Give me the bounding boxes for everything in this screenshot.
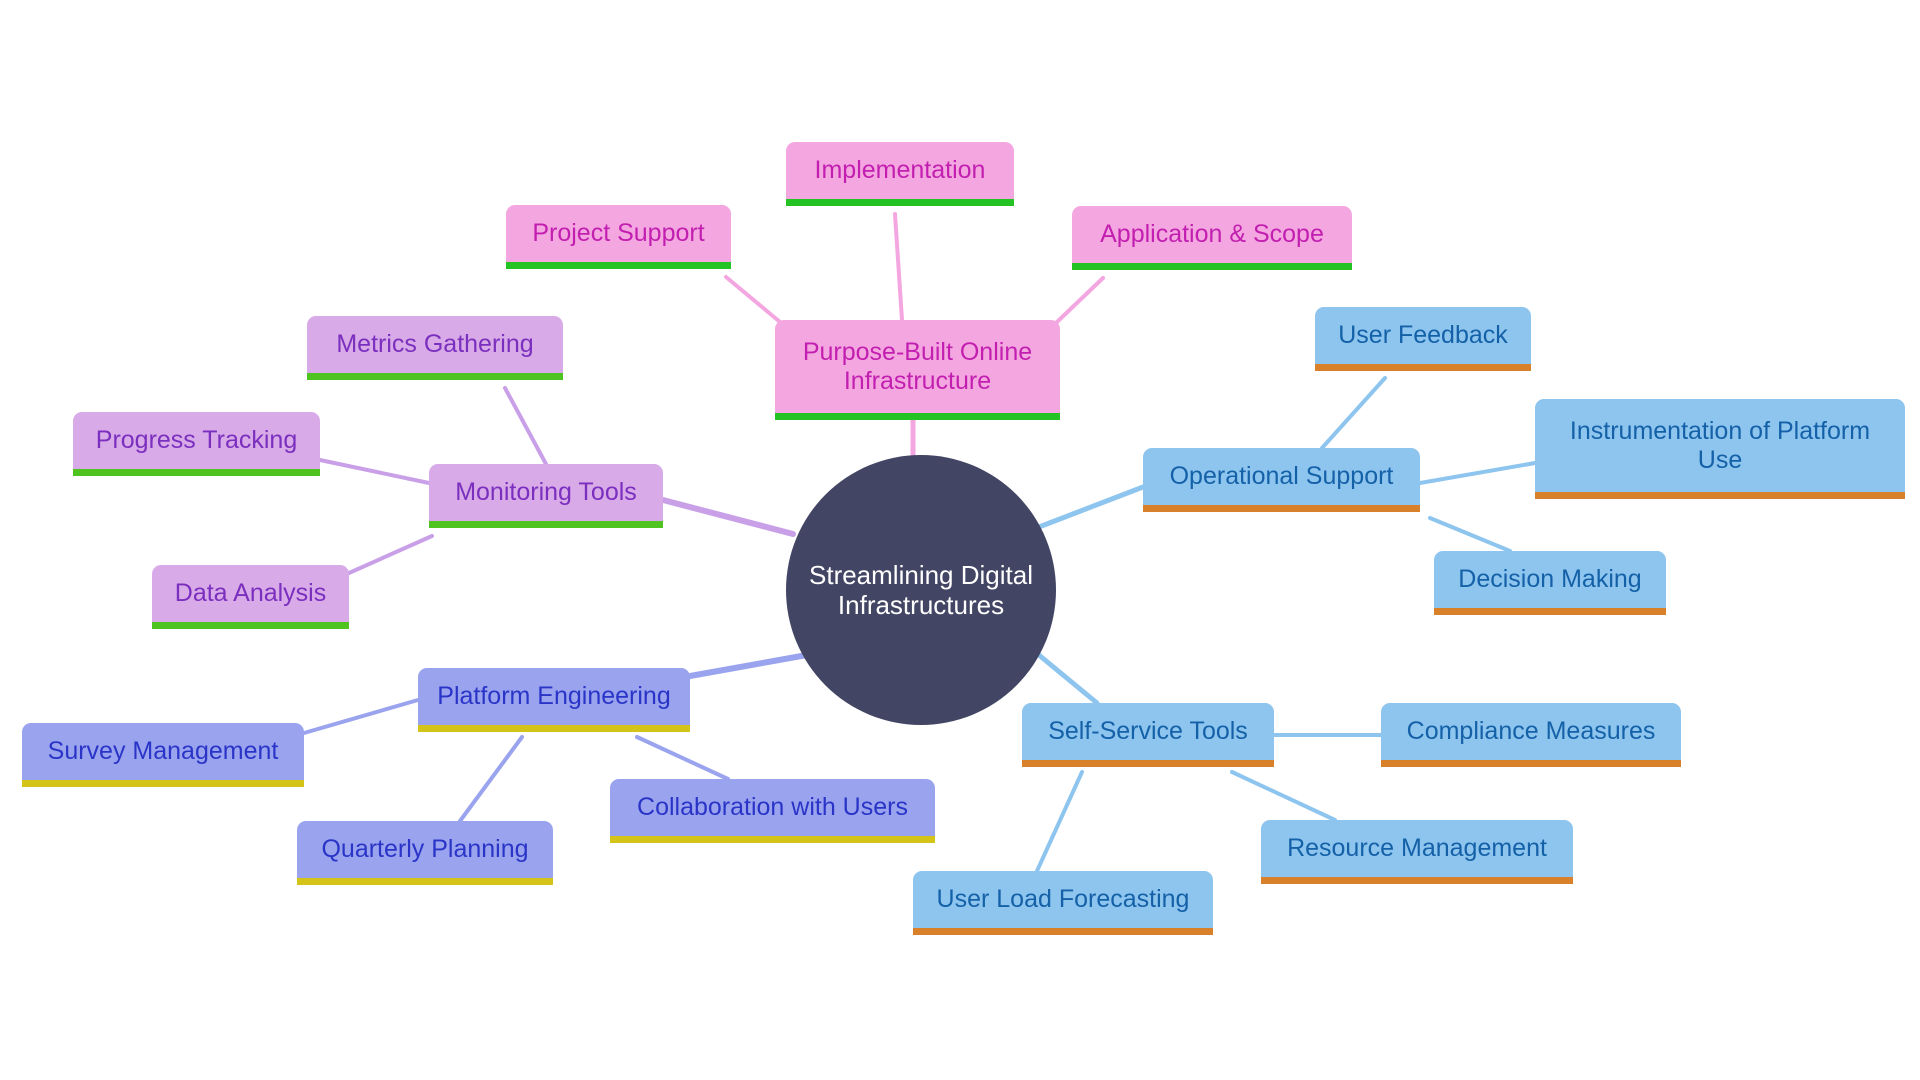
edge-self-service-tools-to-user-load-forecasting — [1035, 770, 1084, 873]
node-label-project-support: Project Support — [532, 219, 705, 247]
edge-platform-engineering-to-collaboration-with-users — [635, 735, 730, 781]
edge-platform-engineering-to-survey-management — [302, 698, 420, 735]
root-node-label: Streamlining Digital Infrastructures — [809, 559, 1033, 620]
node-application-and-scope[interactable]: Application & Scope — [1072, 206, 1352, 270]
node-self-service-tools[interactable]: Self-Service Tools — [1022, 703, 1274, 767]
node-label-user-feedback: User Feedback — [1338, 321, 1508, 349]
node-label-compliance-measures: Compliance Measures — [1406, 717, 1656, 745]
edge-purpose-built-online-infrastructure-to-project-support — [724, 275, 782, 324]
node-label-monitoring-tools: Monitoring Tools — [455, 478, 637, 506]
edge-root-to-platform-engineering — [687, 652, 810, 679]
node-decision-making[interactable]: Decision Making — [1434, 551, 1666, 615]
node-quarterly-planning[interactable]: Quarterly Planning — [297, 821, 553, 885]
node-data-analysis[interactable]: Data Analysis — [152, 565, 349, 629]
node-monitoring-tools[interactable]: Monitoring Tools — [429, 464, 663, 528]
node-compliance-measures[interactable]: Compliance Measures — [1381, 703, 1681, 767]
edge-purpose-built-online-infrastructure-to-application-and-scope — [1055, 276, 1105, 324]
edge-operational-support-to-decision-making — [1428, 516, 1512, 553]
edge-monitoring-tools-to-progress-tracking — [318, 458, 431, 485]
node-label-quarterly-planning: Quarterly Planning — [321, 835, 529, 863]
node-label-instrumentation-of-platform-use: Instrumentation of Platform Use — [1569, 416, 1871, 474]
node-survey-management[interactable]: Survey Management — [22, 723, 304, 787]
node-label-progress-tracking: Progress Tracking — [95, 426, 298, 454]
edge-platform-engineering-to-quarterly-planning — [458, 735, 524, 823]
node-instrumentation-of-platform-use[interactable]: Instrumentation of Platform Use — [1535, 399, 1905, 499]
node-label-user-load-forecasting: User Load Forecasting — [936, 885, 1190, 913]
node-platform-engineering[interactable]: Platform Engineering — [418, 668, 690, 732]
node-resource-management[interactable]: Resource Management — [1261, 820, 1573, 884]
mindmap-canvas: Streamlining Digital Infrastructures Impl… — [0, 0, 1920, 1080]
edge-root-to-monitoring-tools — [660, 497, 796, 537]
node-label-data-analysis: Data Analysis — [174, 579, 327, 607]
node-project-support[interactable]: Project Support — [506, 205, 731, 269]
node-label-survey-management: Survey Management — [47, 737, 279, 765]
node-label-application-and-scope: Application & Scope — [1100, 220, 1324, 248]
node-label-resource-management: Resource Management — [1287, 834, 1547, 862]
node-collaboration-with-users[interactable]: Collaboration with Users — [610, 779, 935, 843]
node-metrics-gathering[interactable]: Metrics Gathering — [307, 316, 563, 380]
node-label-purpose-built-online-infrastructure: Purpose-Built Online Infrastructure — [802, 337, 1033, 395]
node-label-platform-engineering: Platform Engineering — [437, 682, 671, 710]
node-user-load-forecasting[interactable]: User Load Forecasting — [913, 871, 1213, 935]
edge-monitoring-tools-to-metrics-gathering — [503, 386, 548, 466]
root-node-streamlining-digital-infrastructures[interactable]: Streamlining Digital Infrastructures — [786, 455, 1056, 725]
edge-root-to-operational-support — [1036, 484, 1146, 530]
node-implementation[interactable]: Implementation — [786, 142, 1014, 206]
edge-purpose-built-online-infrastructure-to-implementation — [893, 212, 904, 322]
node-label-decision-making: Decision Making — [1458, 565, 1642, 593]
edge-self-service-tools-to-resource-management — [1230, 770, 1337, 822]
edge-operational-support-to-user-feedback — [1320, 376, 1387, 450]
node-operational-support[interactable]: Operational Support — [1143, 448, 1420, 512]
edge-monitoring-tools-to-data-analysis — [347, 534, 434, 575]
node-user-feedback[interactable]: User Feedback — [1315, 307, 1531, 371]
node-label-operational-support: Operational Support — [1169, 462, 1394, 490]
node-label-metrics-gathering: Metrics Gathering — [336, 330, 534, 358]
node-label-implementation: Implementation — [814, 156, 986, 184]
node-purpose-built-online-infrastructure[interactable]: Purpose-Built Online Infrastructure — [775, 320, 1060, 420]
node-label-self-service-tools: Self-Service Tools — [1048, 717, 1248, 745]
node-progress-tracking[interactable]: Progress Tracking — [73, 412, 320, 476]
edge-operational-support-to-instrumentation-of-platform-use — [1418, 461, 1537, 485]
node-label-collaboration-with-users: Collaboration with Users — [637, 793, 908, 821]
